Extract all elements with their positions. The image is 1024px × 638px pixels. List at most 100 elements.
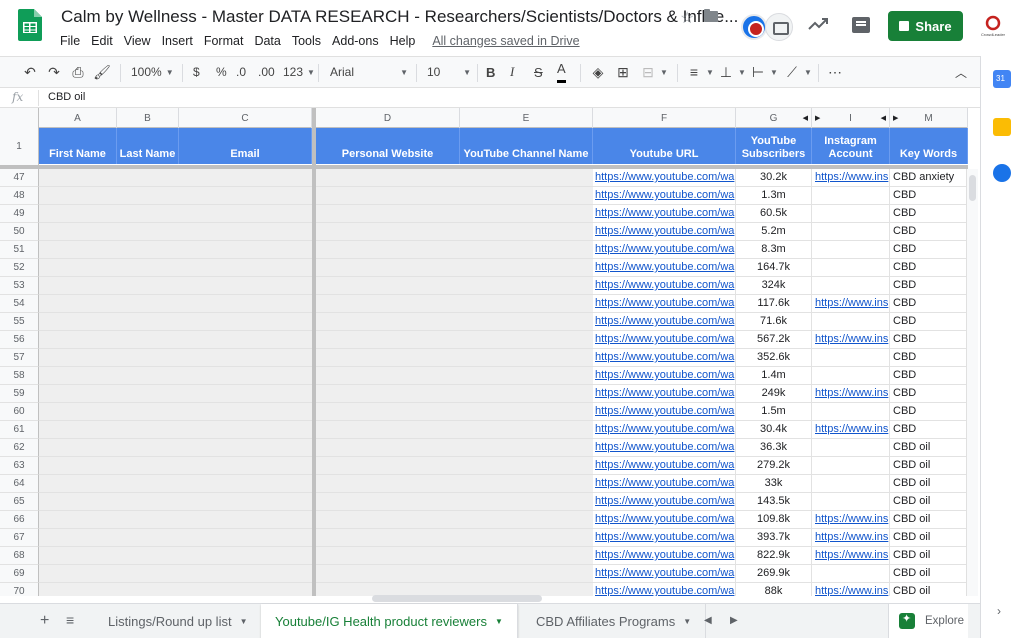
youtube-url-cell[interactable]: https://www.youtube.com/wa	[593, 403, 736, 421]
empty-cell[interactable]	[316, 295, 593, 313]
key-words-cell[interactable]: CBD	[890, 277, 968, 295]
header-key-words[interactable]: Key Words	[890, 128, 968, 164]
subscribers-cell[interactable]: 8.3m	[736, 241, 812, 259]
key-words-cell[interactable]: CBD oil	[890, 457, 968, 475]
empty-cell[interactable]	[39, 187, 312, 205]
hidden-columns-left-icon[interactable]: ◀	[803, 114, 808, 122]
key-words-cell[interactable]: CBD	[890, 205, 968, 223]
row-number[interactable]: 61	[0, 421, 39, 439]
row-number[interactable]: 64	[0, 475, 39, 493]
empty-cell[interactable]	[39, 223, 312, 241]
instagram-cell[interactable]	[812, 205, 890, 223]
empty-cell[interactable]	[316, 223, 593, 241]
key-words-cell[interactable]: CBD oil	[890, 511, 968, 529]
subscribers-cell[interactable]: 324k	[736, 277, 812, 295]
youtube-url-cell[interactable]: https://www.youtube.com/wa	[593, 475, 736, 493]
empty-cell[interactable]	[316, 349, 593, 367]
column-header-f[interactable]: F	[593, 108, 736, 128]
key-words-cell[interactable]: CBD oil	[890, 547, 968, 565]
collapse-menus-icon[interactable]: ︿	[955, 57, 967, 87]
horizontal-scroll-thumb[interactable]	[372, 595, 542, 602]
key-words-cell[interactable]: CBD oil	[890, 439, 968, 457]
star-icon[interactable]: ☆	[680, 8, 694, 28]
subscribers-cell[interactable]: 249k	[736, 385, 812, 403]
key-words-cell[interactable]: CBD	[890, 331, 968, 349]
header-youtube-subscribers[interactable]: YouTube Subscribers	[736, 128, 812, 164]
empty-cell[interactable]	[39, 511, 312, 529]
empty-cell[interactable]	[39, 565, 312, 583]
youtube-url-cell[interactable]: https://www.youtube.com/wa	[593, 457, 736, 475]
empty-cell[interactable]	[316, 547, 593, 565]
instagram-cell[interactable]: https://www.ins	[812, 385, 890, 403]
subscribers-cell[interactable]: 33k	[736, 475, 812, 493]
column-header-m[interactable]: ▶ M	[890, 108, 968, 128]
document-title[interactable]: Calm by Wellness - Master DATA RESEARCH …	[61, 7, 738, 27]
subscribers-cell[interactable]: 71.6k	[736, 313, 812, 331]
header-first-name[interactable]: First Name	[39, 128, 117, 164]
key-words-cell[interactable]: CBD oil	[890, 565, 968, 583]
empty-cell[interactable]	[316, 475, 593, 493]
youtube-url-cell[interactable]: https://www.youtube.com/wa	[593, 367, 736, 385]
hidden-columns-right-icon[interactable]: ▶	[893, 114, 898, 122]
empty-cell[interactable]	[316, 313, 593, 331]
subscribers-cell[interactable]: 143.5k	[736, 493, 812, 511]
header-last-name[interactable]: Last Name	[117, 128, 179, 164]
key-words-cell[interactable]: CBD	[890, 367, 968, 385]
row-number[interactable]: 70	[0, 583, 39, 596]
row-number[interactable]: 68	[0, 547, 39, 565]
tasks-icon[interactable]	[993, 164, 1011, 182]
empty-cell[interactable]	[39, 385, 312, 403]
subscribers-cell[interactable]: 393.7k	[736, 529, 812, 547]
sheet-tab-listings[interactable]: Listings/Round up list ▼	[94, 604, 263, 638]
youtube-url-cell[interactable]: https://www.youtube.com/wa	[593, 259, 736, 277]
row-number[interactable]: 59	[0, 385, 39, 403]
youtube-url-cell[interactable]: https://www.youtube.com/wa	[593, 187, 736, 205]
empty-cell[interactable]	[316, 169, 593, 187]
empty-cell[interactable]	[39, 529, 312, 547]
key-words-cell[interactable]: CBD	[890, 187, 968, 205]
key-words-cell[interactable]: CBD oil	[890, 475, 968, 493]
text-rotation-icon[interactable]: ⟋ ▼	[784, 57, 812, 87]
empty-cell[interactable]	[39, 295, 312, 313]
subscribers-cell[interactable]: 279.2k	[736, 457, 812, 475]
all-sheets-icon[interactable]: ≡	[66, 612, 74, 628]
undo-icon[interactable]: ↶	[22, 57, 38, 87]
empty-cell[interactable]	[316, 205, 593, 223]
empty-cell[interactable]	[39, 241, 312, 259]
youtube-url-cell[interactable]: https://www.youtube.com/wa	[593, 385, 736, 403]
row-number[interactable]: 62	[0, 439, 39, 457]
empty-cell[interactable]	[316, 331, 593, 349]
empty-cell[interactable]	[39, 259, 312, 277]
subscribers-cell[interactable]: 567.2k	[736, 331, 812, 349]
column-header-i[interactable]: ▶ I ◀	[812, 108, 890, 128]
text-wrapping-icon[interactable]: ⊢ ▼	[750, 57, 778, 87]
row-number[interactable]: 53	[0, 277, 39, 295]
instagram-cell[interactable]: https://www.ins	[812, 421, 890, 439]
row-number[interactable]: 49	[0, 205, 39, 223]
subscribers-cell[interactable]: 60.5k	[736, 205, 812, 223]
instagram-cell[interactable]: https://www.ins	[812, 529, 890, 547]
empty-cell[interactable]	[39, 367, 312, 385]
key-words-cell[interactable]: CBD	[890, 313, 968, 331]
youtube-url-cell[interactable]: https://www.youtube.com/wa	[593, 439, 736, 457]
empty-cell[interactable]	[316, 439, 593, 457]
empty-cell[interactable]	[316, 457, 593, 475]
youtube-url-cell[interactable]: https://www.youtube.com/wa	[593, 169, 736, 187]
instagram-cell[interactable]	[812, 439, 890, 457]
print-icon[interactable]: ⎙	[70, 57, 86, 87]
save-status-link[interactable]: All changes saved in Drive	[432, 34, 579, 48]
key-words-cell[interactable]: CBD	[890, 385, 968, 403]
horizontal-align-icon[interactable]: ≡ ▼	[686, 57, 714, 87]
comment-icon[interactable]	[852, 17, 870, 33]
empty-cell[interactable]	[39, 457, 312, 475]
column-header-b[interactable]: B	[117, 108, 179, 128]
menu-file[interactable]: File	[60, 34, 80, 48]
collaborator-avatar[interactable]	[741, 14, 767, 40]
row-number[interactable]: 52	[0, 259, 39, 277]
empty-cell[interactable]	[316, 259, 593, 277]
empty-cell[interactable]	[316, 367, 593, 385]
menu-add-ons[interactable]: Add-ons	[332, 34, 379, 48]
paint-format-icon[interactable]: 🖌︎	[93, 57, 111, 87]
instagram-cell[interactable]	[812, 493, 890, 511]
subscribers-cell[interactable]: 269.9k	[736, 565, 812, 583]
